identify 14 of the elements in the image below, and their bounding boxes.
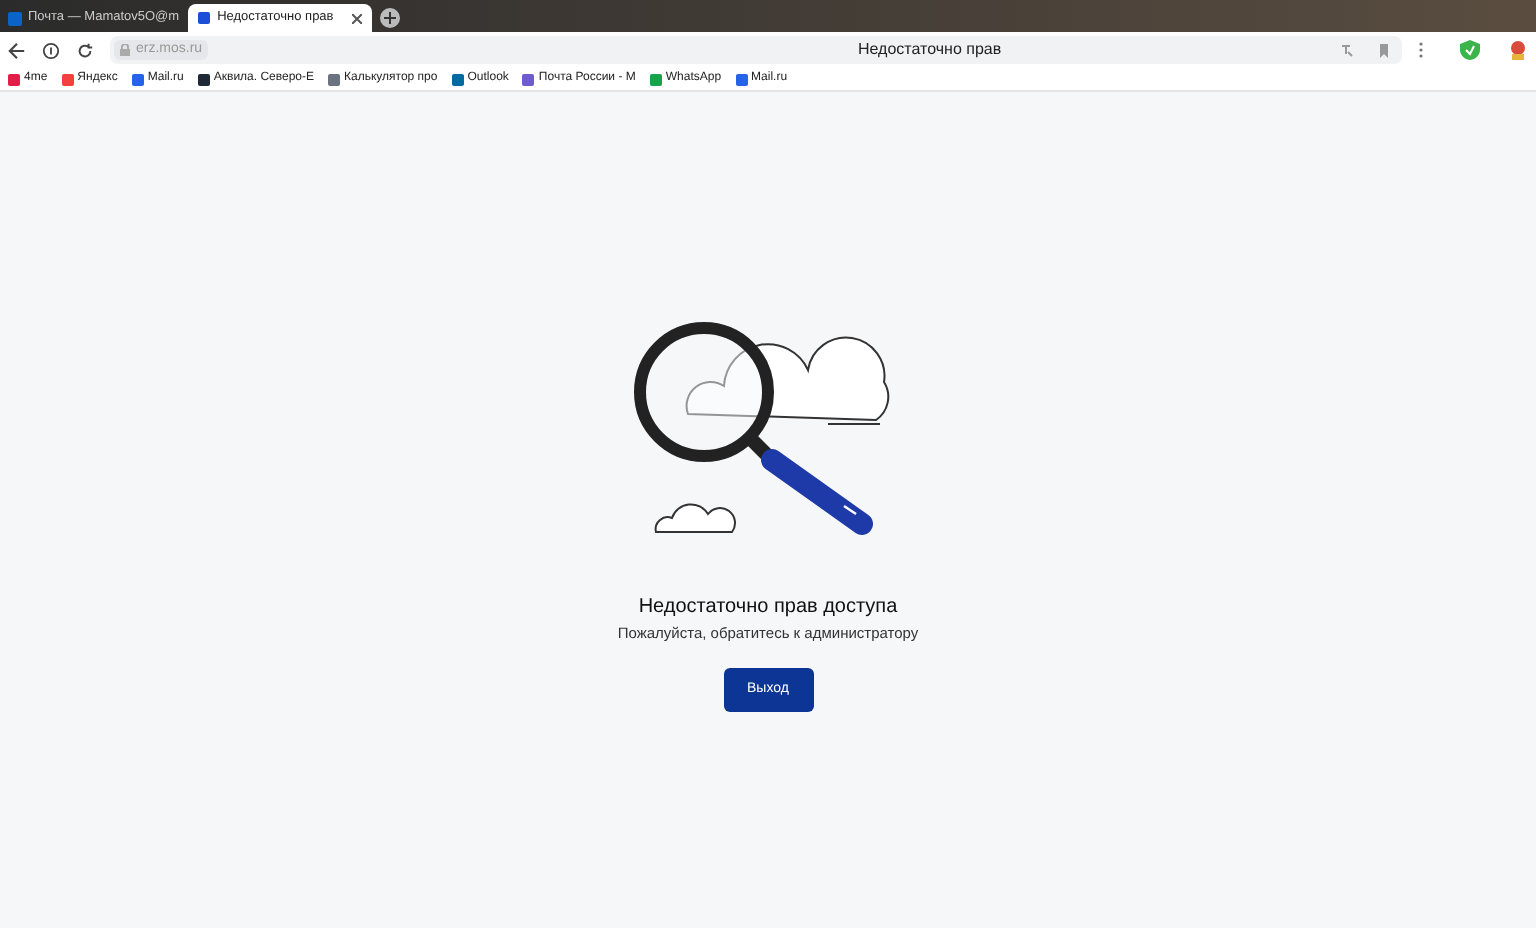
close-icon[interactable] [351,13,362,23]
extension-icon[interactable] [1508,40,1528,60]
lock-icon [120,44,130,56]
tab-favicon-icon [197,12,210,24]
new-tab-icon[interactable] [379,8,400,28]
translate-icon[interactable] [1340,43,1354,57]
bookmark-icon[interactable] [1378,43,1390,57]
error-heading: Недостаточно прав доступа [638,596,898,620]
menu-icon[interactable] [1418,42,1424,58]
tab-favicon-icon [8,11,22,25]
shield-icon[interactable] [1460,40,1480,60]
reload-icon[interactable] [76,41,94,59]
back-icon[interactable] [8,41,26,59]
page-title-text: Недостаточно прав [858,38,1002,62]
